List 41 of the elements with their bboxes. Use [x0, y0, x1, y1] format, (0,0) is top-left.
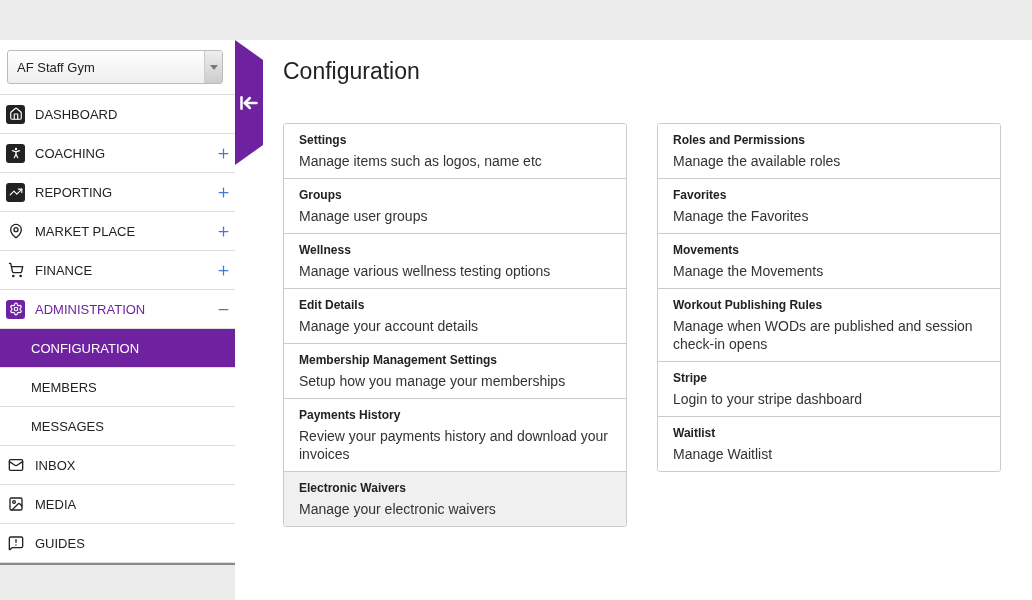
settings-icon	[6, 299, 25, 319]
card-description: Manage your electronic waivers	[299, 500, 497, 518]
card-title: Movements	[673, 243, 741, 257]
cart-icon	[6, 260, 25, 280]
card-title: Stripe	[673, 371, 708, 385]
card-description: Manage the Movements	[673, 262, 825, 280]
settings-card[interactable]: Electronic Waivers Manage your electronic waivers	[284, 472, 626, 526]
card-description: Login to your stripe dashboard	[673, 390, 864, 408]
settings-card[interactable]: Settings Manage items such as logos, name etc	[284, 124, 626, 179]
card-description: Review your payments history and download your invoices	[299, 427, 609, 463]
card-title: Favorites	[673, 188, 728, 202]
card-title: Roles and Permissions	[673, 133, 807, 147]
settings-card[interactable]: Roles and Permissions Manage the available roles	[658, 124, 1000, 179]
card-title: Wellness	[299, 243, 352, 257]
card-description: Manage user groups	[299, 207, 429, 225]
card-description: Manage the Favorites	[673, 207, 810, 225]
page-title: Configuration	[283, 58, 421, 85]
card-description: Setup how you manage your memberships	[299, 372, 567, 390]
card-title: Electronic Waivers	[299, 481, 407, 495]
card-description: Manage Waitlist	[673, 445, 774, 463]
person-icon	[6, 143, 25, 163]
image-icon	[6, 494, 25, 514]
card-description: Manage various wellness testing options	[299, 262, 552, 280]
card-title: Membership Management Settings	[299, 353, 499, 367]
card-description: Manage items such as logos, name etc	[299, 152, 543, 170]
card-title: Settings	[299, 133, 348, 147]
nav-subitem[interactable]: CONFIGURATION	[0, 329, 235, 368]
card-title: Waitlist	[673, 426, 717, 440]
card-title: Groups	[299, 188, 343, 202]
gym-select[interactable]: AF Staff Gym	[7, 50, 223, 84]
collapse-sidebar-tab[interactable]	[235, 40, 263, 165]
card-title: Workout Publishing Rules	[673, 298, 824, 312]
home-icon	[6, 104, 25, 124]
chart-icon	[6, 182, 25, 202]
card-description: Manage the available roles	[673, 152, 842, 170]
card-title: Payments History	[299, 408, 402, 422]
caret-icon	[209, 64, 218, 70]
card-title: Edit Details	[299, 298, 366, 312]
card-description: Manage when WODs are published and session check-in opens	[673, 317, 974, 353]
speech-alert-icon	[6, 533, 25, 553]
card-description: Manage your account details	[299, 317, 479, 335]
